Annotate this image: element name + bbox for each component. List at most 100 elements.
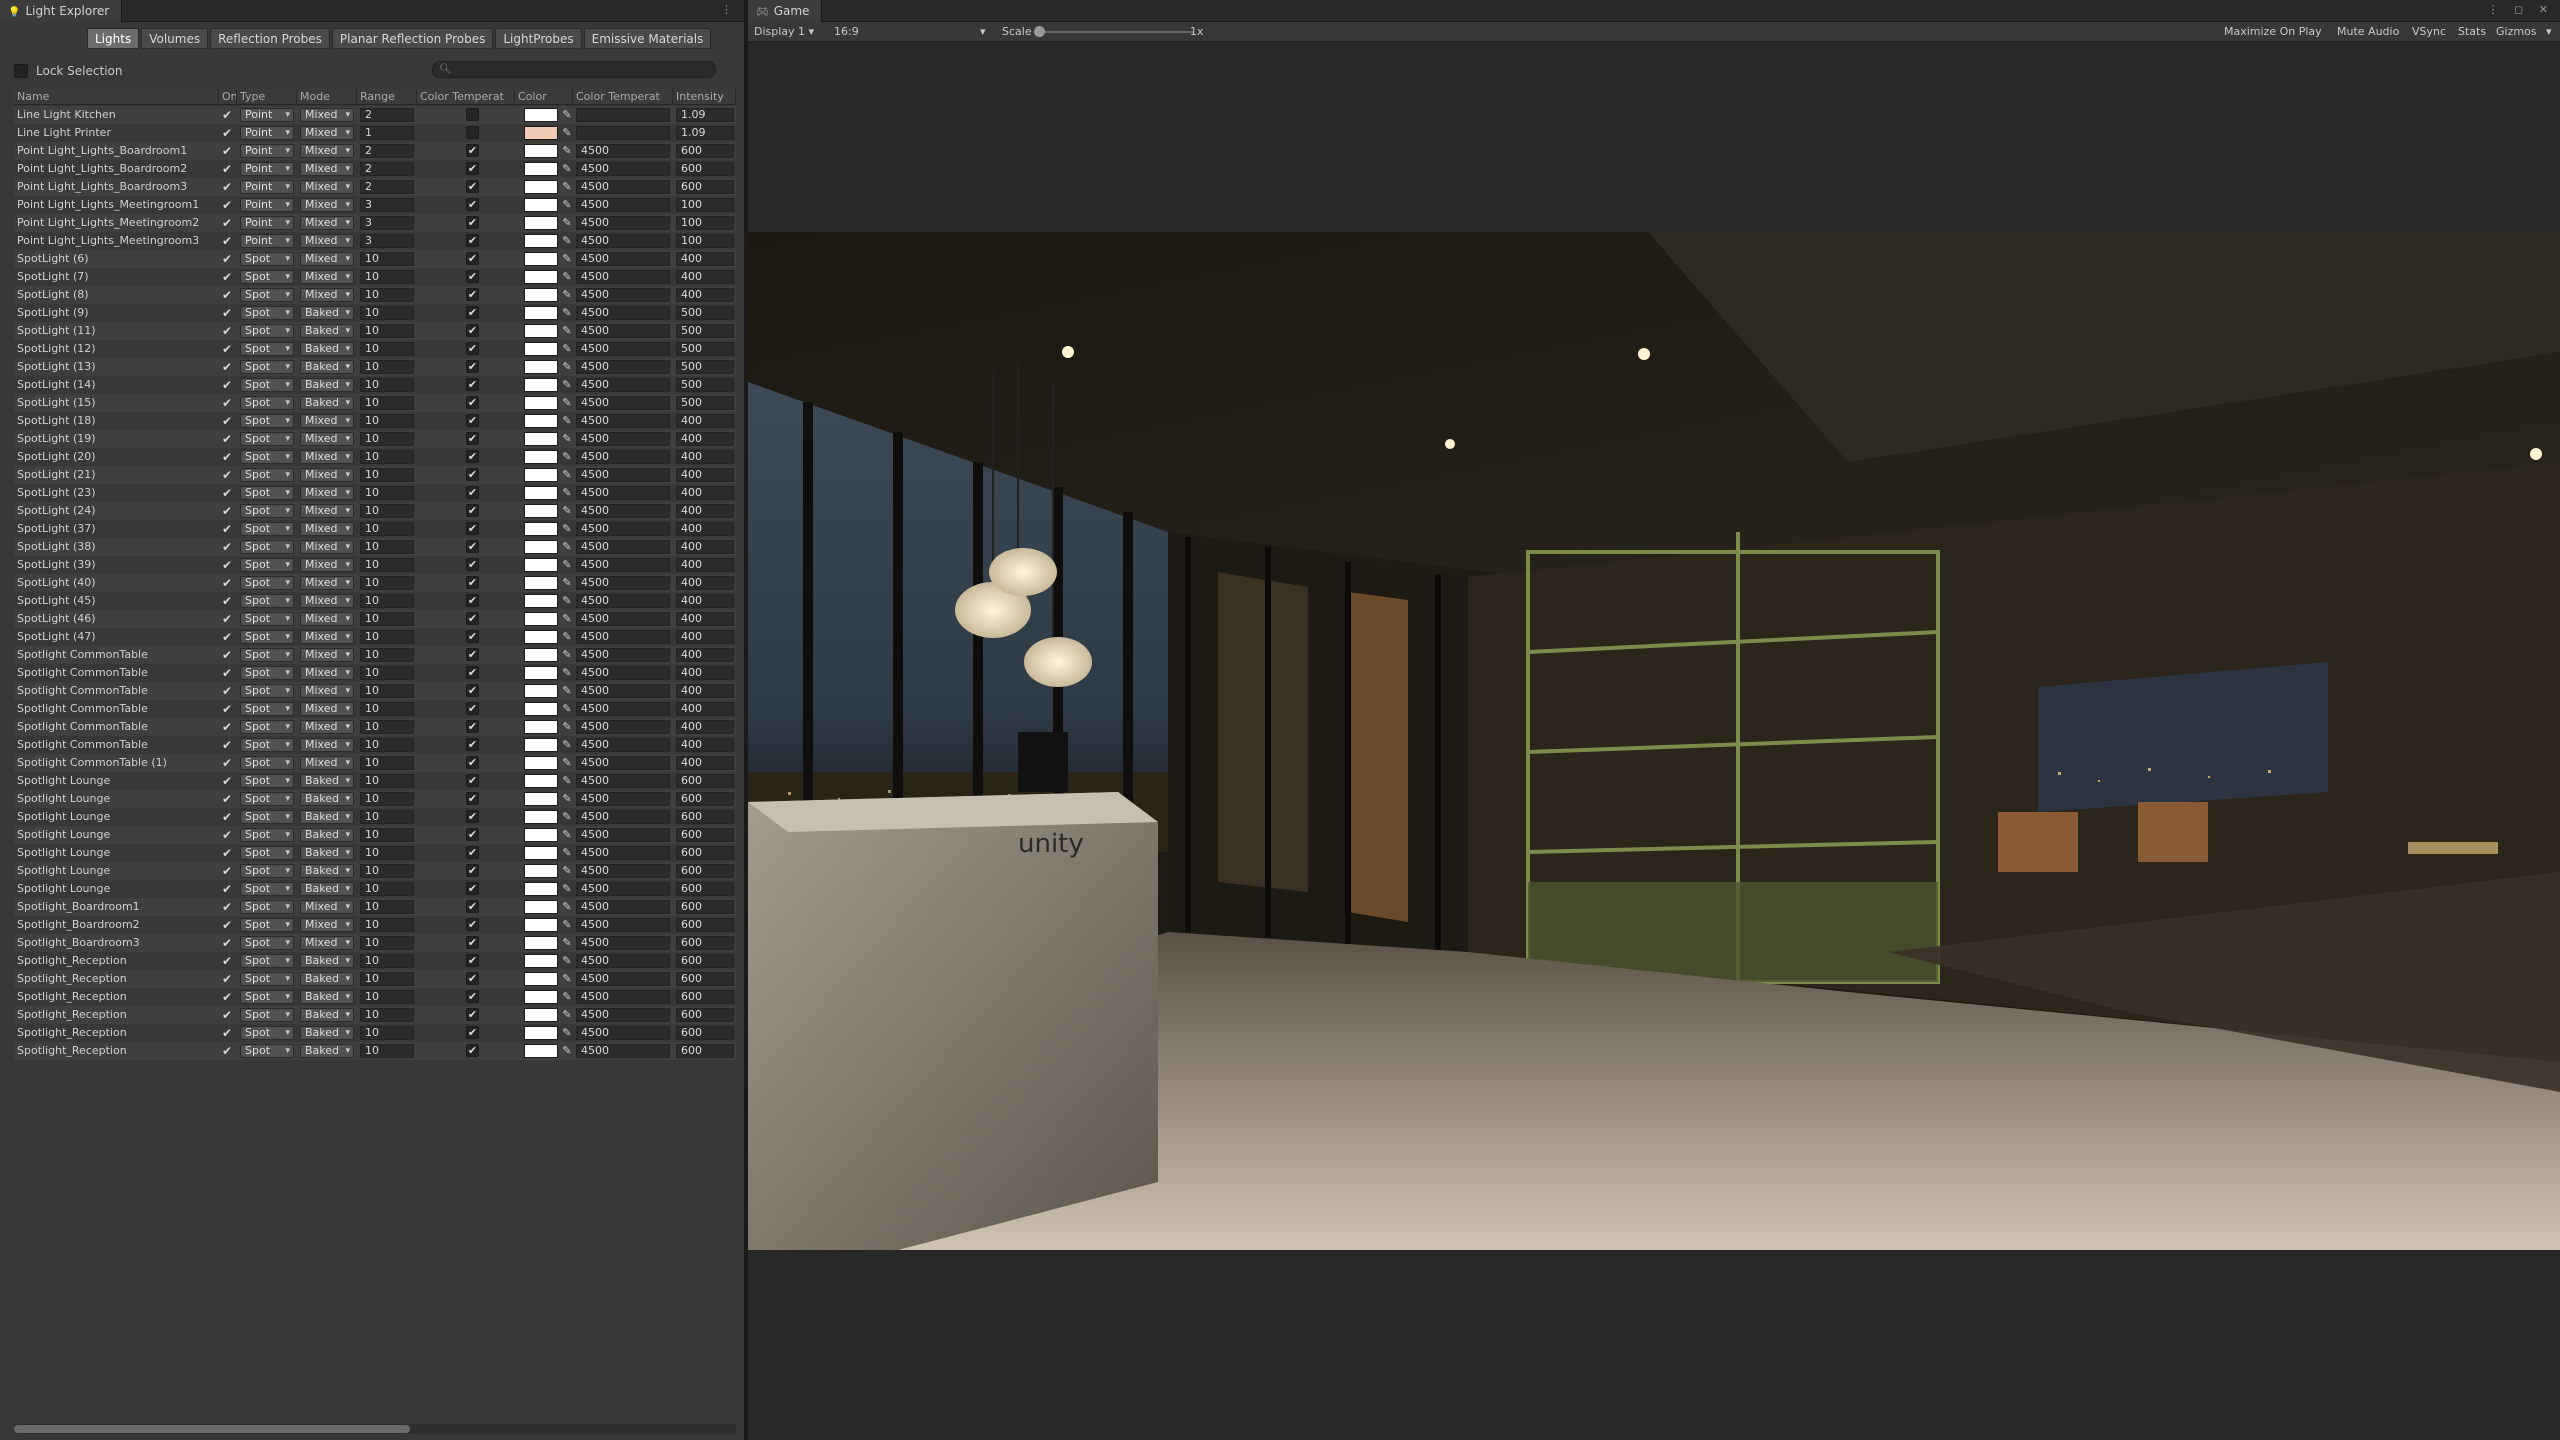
use-color-temperature-checkbox[interactable]: ✔ [466, 360, 479, 373]
intensity-field[interactable]: 600 [676, 954, 734, 968]
table-row[interactable]: Spotlight Lounge✔SpotBaked10✔✎4500600 [14, 844, 736, 862]
eyedropper-icon[interactable]: ✎ [560, 630, 574, 644]
enabled-checkbox[interactable]: ✔ [219, 702, 235, 716]
eyedropper-icon[interactable]: ✎ [560, 684, 574, 698]
use-color-temperature-checkbox[interactable]: ✔ [466, 540, 479, 553]
enabled-checkbox[interactable]: ✔ [219, 486, 235, 500]
enabled-checkbox[interactable]: ✔ [219, 450, 235, 464]
eyedropper-icon[interactable]: ✎ [560, 846, 574, 860]
range-field[interactable]: 10 [360, 288, 414, 302]
use-color-temperature-checkbox[interactable]: ✔ [466, 990, 479, 1003]
enabled-checkbox[interactable]: ✔ [219, 558, 235, 572]
intensity-field[interactable]: 100 [676, 216, 734, 230]
type-dropdown[interactable]: Spot [240, 1008, 294, 1022]
light-name[interactable]: Spotlight CommonTable [17, 718, 217, 736]
color-temperature-field[interactable] [576, 126, 670, 140]
range-field[interactable]: 10 [360, 918, 414, 932]
table-row[interactable]: SpotLight (7)✔SpotMixed10✔✎4500400 [14, 268, 736, 286]
light-name[interactable]: Spotlight CommonTable [17, 700, 217, 718]
table-row[interactable]: Spotlight Lounge✔SpotBaked10✔✎4500600 [14, 880, 736, 898]
intensity-field[interactable]: 400 [676, 558, 734, 572]
color-swatch[interactable] [524, 306, 558, 320]
light-name[interactable]: Spotlight Lounge [17, 826, 217, 844]
eyedropper-icon[interactable]: ✎ [560, 108, 574, 122]
enabled-checkbox[interactable]: ✔ [219, 1008, 235, 1022]
range-field[interactable]: 10 [360, 972, 414, 986]
type-dropdown[interactable]: Spot [240, 990, 294, 1004]
range-field[interactable]: 10 [360, 756, 414, 770]
eyedropper-icon[interactable]: ✎ [560, 594, 574, 608]
enabled-checkbox[interactable]: ✔ [219, 594, 235, 608]
intensity-field[interactable]: 400 [676, 270, 734, 284]
intensity-field[interactable]: 600 [676, 1026, 734, 1040]
intensity-field[interactable]: 600 [676, 972, 734, 986]
color-temperature-field[interactable]: 4500 [576, 270, 670, 284]
type-dropdown[interactable]: Spot [240, 378, 294, 392]
color-temperature-field[interactable]: 4500 [576, 504, 670, 518]
column-header-range[interactable]: Range [357, 89, 417, 105]
scale-slider[interactable] [1036, 31, 1194, 33]
use-color-temperature-checkbox[interactable]: ✔ [466, 144, 479, 157]
light-name[interactable]: SpotLight (37) [17, 520, 217, 538]
light-name[interactable]: SpotLight (21) [17, 466, 217, 484]
intensity-field[interactable]: 400 [676, 288, 734, 302]
enabled-checkbox[interactable]: ✔ [219, 324, 235, 338]
mode-dropdown[interactable]: Mixed [300, 576, 354, 590]
light-name[interactable]: Spotlight Lounge [17, 790, 217, 808]
intensity-field[interactable]: 600 [676, 774, 734, 788]
range-field[interactable]: 10 [360, 936, 414, 950]
intensity-field[interactable]: 500 [676, 396, 734, 410]
enabled-checkbox[interactable]: ✔ [219, 612, 235, 626]
color-temperature-field[interactable]: 4500 [576, 306, 670, 320]
color-temperature-field[interactable]: 4500 [576, 432, 670, 446]
color-swatch[interactable] [524, 666, 558, 680]
intensity-field[interactable]: 500 [676, 306, 734, 320]
range-field[interactable]: 3 [360, 234, 414, 248]
table-row[interactable]: Spotlight_Boardroom2✔SpotMixed10✔✎450060… [14, 916, 736, 934]
eyedropper-icon[interactable]: ✎ [560, 360, 574, 374]
use-color-temperature-checkbox[interactable]: ✔ [466, 396, 479, 409]
color-temperature-field[interactable]: 4500 [576, 396, 670, 410]
enabled-checkbox[interactable]: ✔ [219, 666, 235, 680]
use-color-temperature-checkbox[interactable]: ✔ [466, 576, 479, 589]
color-temperature-field[interactable]: 4500 [576, 594, 670, 608]
range-field[interactable]: 10 [360, 576, 414, 590]
column-header-on[interactable]: On [219, 89, 237, 105]
light-name[interactable]: SpotLight (38) [17, 538, 217, 556]
use-color-temperature-checkbox[interactable]: ✔ [466, 522, 479, 535]
intensity-field[interactable]: 600 [676, 846, 734, 860]
eyedropper-icon[interactable]: ✎ [560, 936, 574, 950]
type-dropdown[interactable]: Spot [240, 252, 294, 266]
color-temperature-field[interactable]: 4500 [576, 810, 670, 824]
range-field[interactable]: 10 [360, 792, 414, 806]
mode-dropdown[interactable]: Mixed [300, 630, 354, 644]
type-dropdown[interactable]: Spot [240, 774, 294, 788]
range-field[interactable]: 10 [360, 774, 414, 788]
use-color-temperature-checkbox[interactable]: ✔ [466, 1044, 479, 1057]
eyedropper-icon[interactable]: ✎ [560, 774, 574, 788]
enabled-checkbox[interactable]: ✔ [219, 234, 235, 248]
light-name[interactable]: Spotlight_Reception [17, 1006, 217, 1024]
mode-dropdown[interactable]: Mixed [300, 252, 354, 266]
mode-dropdown[interactable]: Mixed [300, 540, 354, 554]
color-swatch[interactable] [524, 540, 558, 554]
eyedropper-icon[interactable]: ✎ [560, 234, 574, 248]
color-temperature-field[interactable]: 4500 [576, 1008, 670, 1022]
table-row[interactable]: Spotlight Lounge✔SpotBaked10✔✎4500600 [14, 826, 736, 844]
range-field[interactable]: 10 [360, 864, 414, 878]
use-color-temperature-checkbox[interactable]: ✔ [466, 306, 479, 319]
color-swatch[interactable] [524, 342, 558, 356]
light-name[interactable]: SpotLight (12) [17, 340, 217, 358]
table-row[interactable]: Spotlight Lounge✔SpotBaked10✔✎4500600 [14, 772, 736, 790]
use-color-temperature-checkbox[interactable]: ✔ [466, 918, 479, 931]
type-dropdown[interactable]: Spot [240, 612, 294, 626]
color-swatch[interactable] [524, 270, 558, 284]
color-swatch[interactable] [524, 990, 558, 1004]
eyedropper-icon[interactable]: ✎ [560, 1044, 574, 1058]
eyedropper-icon[interactable]: ✎ [560, 198, 574, 212]
table-row[interactable]: SpotLight (47)✔SpotMixed10✔✎4500400 [14, 628, 736, 646]
color-temperature-field[interactable]: 4500 [576, 720, 670, 734]
aspect-dropdown[interactable]: 16:9 [834, 22, 859, 42]
game-viewport[interactable]: unity [748, 232, 2560, 1250]
range-field[interactable]: 10 [360, 342, 414, 356]
